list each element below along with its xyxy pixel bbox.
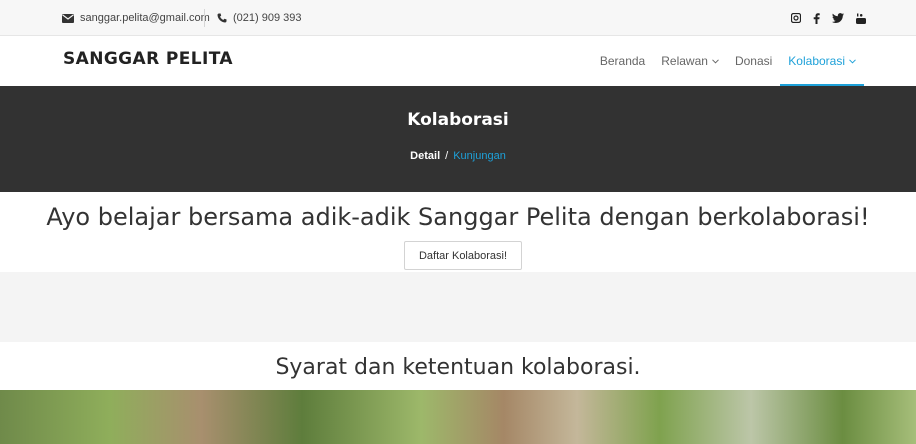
twitter-icon[interactable] bbox=[832, 13, 844, 23]
site-brand[interactable]: SANGGAR PELITA bbox=[63, 49, 233, 69]
garden-photo bbox=[0, 390, 916, 444]
nav-menu: Beranda Relawan Donasi Kolaborasi bbox=[592, 36, 864, 86]
chevron-down-icon bbox=[712, 58, 719, 64]
terms-heading: Syarat dan ketentuan kolaborasi. bbox=[275, 355, 641, 380]
nav-item-donasi[interactable]: Donasi bbox=[727, 36, 780, 86]
facebook-icon[interactable] bbox=[813, 12, 820, 24]
nav-item-label: Kolaborasi bbox=[788, 54, 845, 68]
section-divider-band bbox=[0, 272, 916, 342]
nav-item-beranda[interactable]: Beranda bbox=[592, 36, 653, 86]
breadcrumb-current: Kunjungan bbox=[453, 150, 506, 162]
youtube-icon[interactable] bbox=[856, 13, 866, 24]
nav-item-label: Relawan bbox=[661, 54, 708, 68]
contact-email-text: sanggar.pelita@gmail.com bbox=[80, 12, 210, 24]
section-headline: Ayo belajar bersama adik-adik Sanggar Pe… bbox=[46, 203, 870, 231]
main-navbar: SANGGAR PELITA Beranda Relawan Donasi Ko… bbox=[0, 36, 916, 86]
contact-phone[interactable]: (021) 909 393 bbox=[204, 9, 302, 27]
nav-item-kolaborasi[interactable]: Kolaborasi bbox=[780, 36, 864, 86]
phone-icon bbox=[217, 13, 227, 23]
top-contact-bar: sanggar.pelita@gmail.com (021) 909 393 bbox=[0, 0, 916, 36]
chevron-down-icon bbox=[849, 58, 856, 64]
page-header-banner: Kolaborasi Detail / Kunjungan bbox=[0, 86, 916, 192]
nav-item-relawan[interactable]: Relawan bbox=[653, 36, 727, 86]
page-title: Kolaborasi bbox=[407, 110, 509, 130]
envelope-icon bbox=[62, 13, 74, 23]
contact-phone-text: (021) 909 393 bbox=[233, 12, 302, 24]
nav-item-label: Beranda bbox=[599, 54, 646, 68]
breadcrumb-separator: / bbox=[445, 150, 449, 162]
breadcrumb: Detail / Kunjungan bbox=[0, 150, 916, 162]
breadcrumb-parent[interactable]: Detail bbox=[410, 150, 440, 162]
nav-item-label: Donasi bbox=[734, 54, 773, 68]
social-links bbox=[791, 0, 866, 36]
instagram-icon[interactable] bbox=[791, 13, 801, 23]
daftar-kolaborasi-button[interactable]: Daftar Kolaborasi! bbox=[404, 241, 522, 270]
contact-email[interactable]: sanggar.pelita@gmail.com bbox=[62, 0, 210, 36]
